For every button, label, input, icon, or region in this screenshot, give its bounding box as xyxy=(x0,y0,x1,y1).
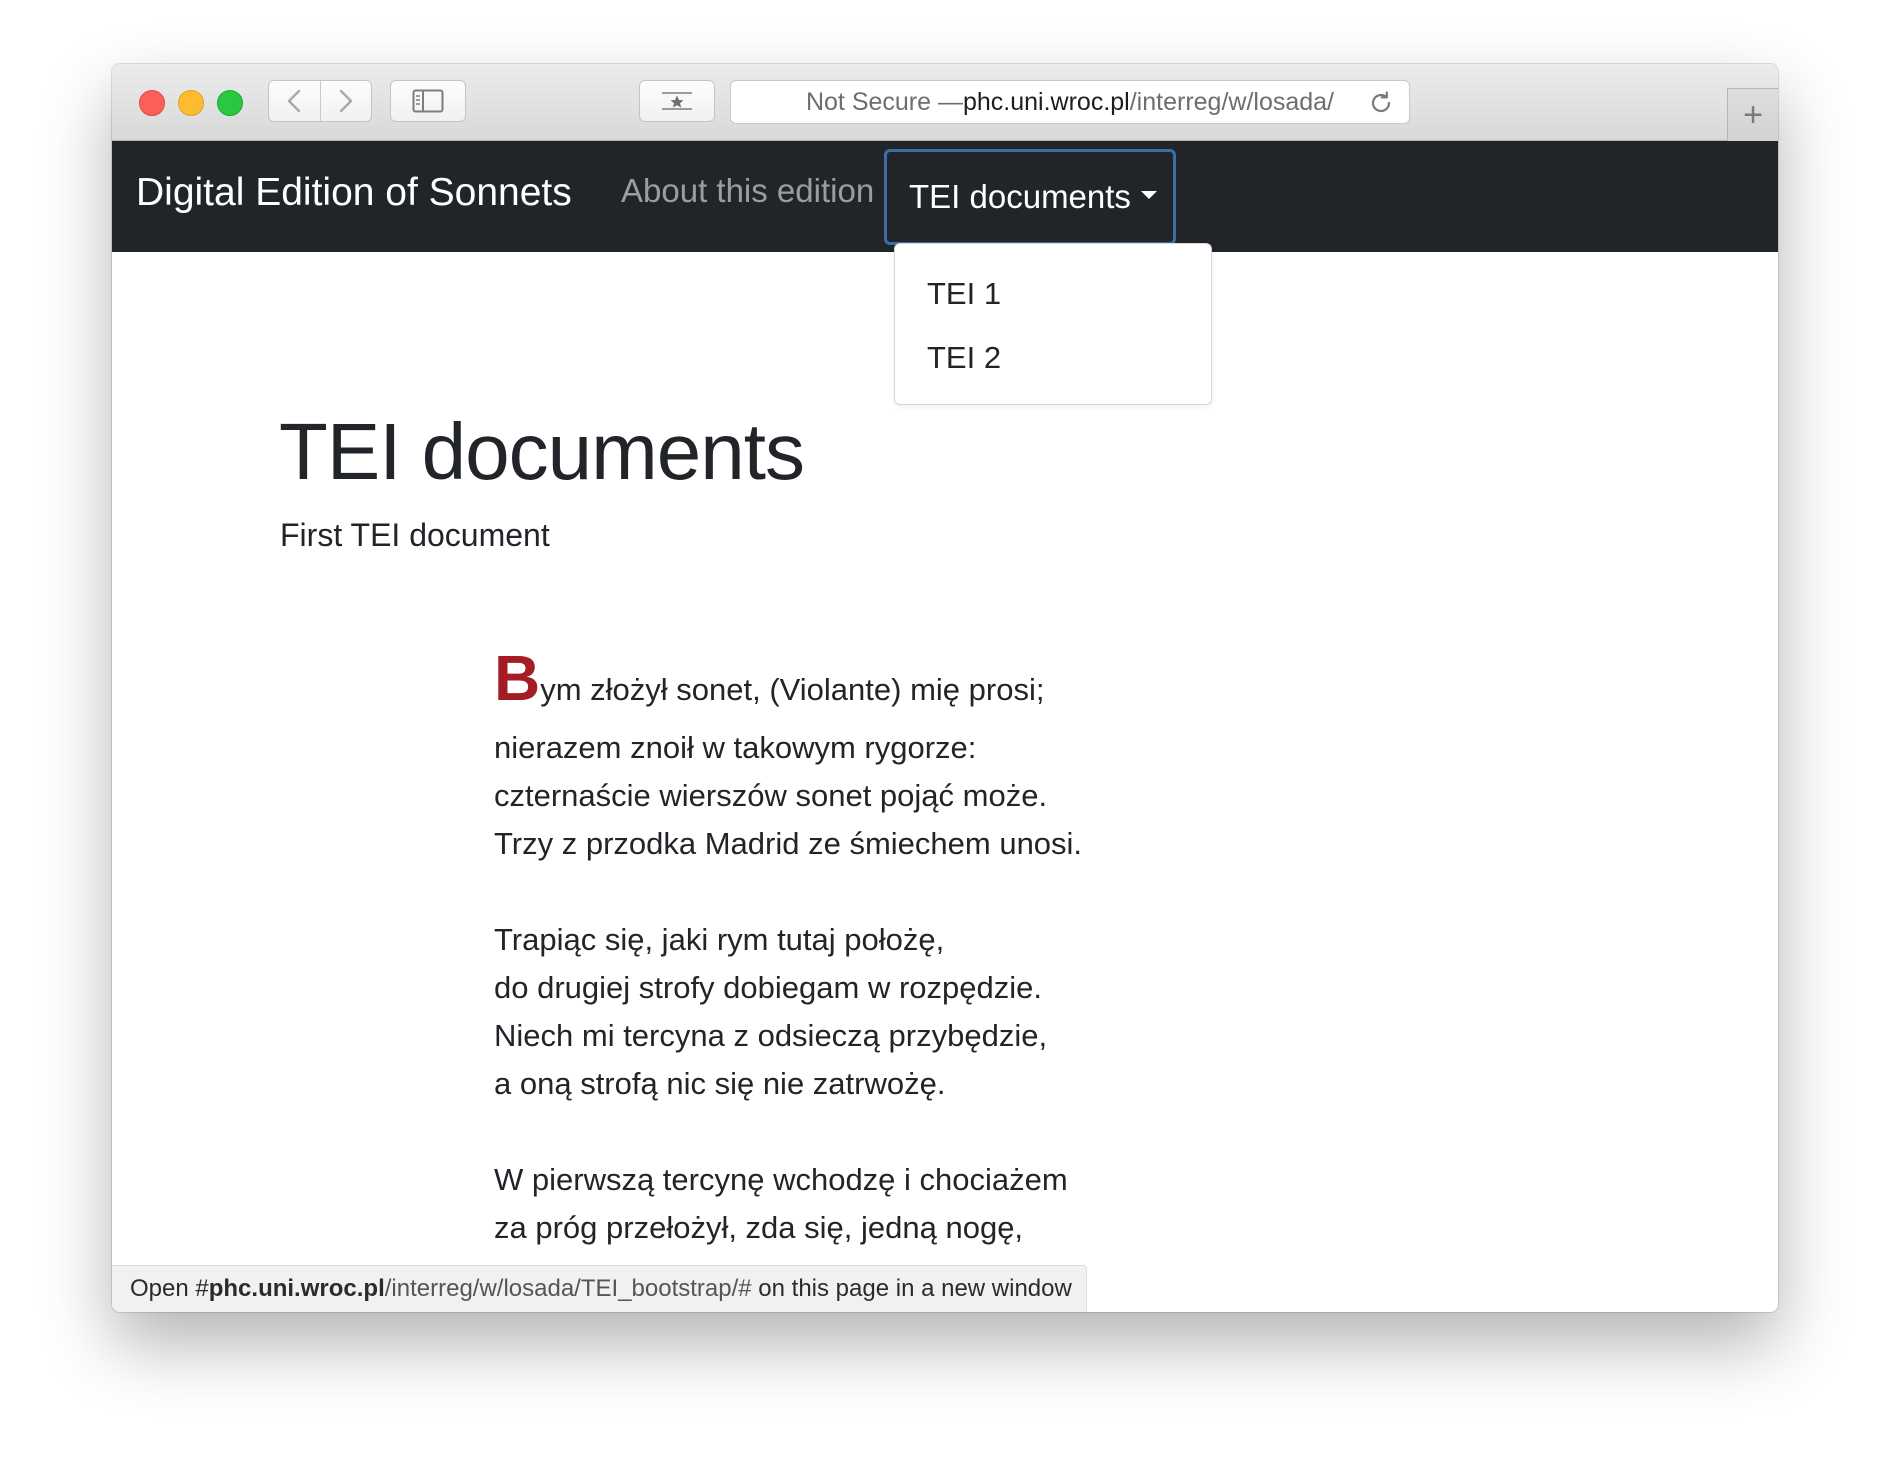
poem-line: Trapiąc się, jaki rym tutaj położę, xyxy=(494,922,945,957)
sonnet-text: Bym złożył sonet, (Violante) mię prosi; … xyxy=(494,646,1082,1252)
address-host: phc.uni.wroc.pl xyxy=(962,87,1130,116)
address-path: /interreg/w/losada/ xyxy=(1129,87,1335,116)
favorites-button[interactable] xyxy=(639,80,715,122)
star-icon xyxy=(662,92,692,110)
close-window-button[interactable] xyxy=(139,90,165,116)
nav-dropdown-label: TEI documents xyxy=(909,178,1131,215)
status-suffix: on this page in a new window xyxy=(751,1275,1072,1302)
stage: Not Secure — phc.uni.wroc.pl /interreg/w… xyxy=(0,0,1884,1468)
address-security-label: Not Secure — xyxy=(805,87,963,116)
poem-line: a oną strofą nic się nie zatrwożę. xyxy=(494,1066,946,1101)
forward-button[interactable] xyxy=(319,81,372,121)
chevron-right-icon xyxy=(339,89,352,113)
nav-dropdown-tei-documents[interactable]: TEI documents xyxy=(884,149,1176,245)
page-subtitle: First TEI document xyxy=(280,517,550,553)
dropdown-item-tei-1[interactable]: TEI 1 xyxy=(895,268,1211,332)
sidebar-icon xyxy=(412,89,444,113)
dropdown-item-tei-2[interactable]: TEI 2 xyxy=(895,332,1211,396)
stanza-gap xyxy=(494,868,1082,916)
status-path: /interreg/w/losada/TEI_bootstrap/# xyxy=(384,1275,752,1302)
sidebar-toggle-button[interactable] xyxy=(390,80,466,122)
navbar-brand[interactable]: Digital Edition of Sonnets xyxy=(136,171,572,215)
poem-line: W pierwszą tercynę wchodzę i chociażem xyxy=(494,1162,1068,1197)
poem-line: Niech mi tercyna z odsieczą przybędzie, xyxy=(494,1018,1048,1053)
nav-link-about[interactable]: About this edition xyxy=(621,172,874,210)
page-viewport: Digital Edition of Sonnets About this ed… xyxy=(112,141,1778,1312)
tei-dropdown-menu: TEI 1 TEI 2 xyxy=(894,243,1212,405)
site-navbar: Digital Edition of Sonnets About this ed… xyxy=(112,141,1778,252)
reload-button[interactable] xyxy=(1367,89,1395,117)
poem-line: za próg przełożył, zda się, jedną nogę, xyxy=(494,1210,1024,1245)
address-bar[interactable]: Not Secure — phc.uni.wroc.pl /interreg/w… xyxy=(730,80,1410,124)
new-tab-button[interactable]: + xyxy=(1727,88,1778,141)
browser-toolbar: Not Secure — phc.uni.wroc.pl /interreg/w… xyxy=(112,64,1778,141)
poem-line: do drugiej strofy dobiegam w rozpędzie. xyxy=(494,970,1042,1005)
drop-cap: B xyxy=(494,642,541,714)
poem-first-line-text: ym złożył sonet, (Violante) mię prosi; xyxy=(540,672,1045,707)
poem-line: nierazem znoił w takowym rygorze: xyxy=(494,730,977,765)
page-title: TEI documents xyxy=(279,407,805,496)
back-button[interactable] xyxy=(269,81,320,121)
caret-down-icon xyxy=(1140,191,1157,199)
link-status-bar: Open #phc.uni.wroc.pl/interreg/w/losada/… xyxy=(112,1265,1087,1312)
minimize-window-button[interactable] xyxy=(178,90,204,116)
reload-icon xyxy=(1371,91,1391,113)
poem-line: Bym złożył sonet, (Violante) mię prosi; xyxy=(494,646,1082,724)
browser-window: Not Secure — phc.uni.wroc.pl /interreg/w… xyxy=(112,64,1778,1312)
stanza-gap xyxy=(494,1108,1082,1156)
status-prefix: Open # xyxy=(130,1275,209,1302)
zoom-window-button[interactable] xyxy=(217,90,243,116)
chevron-left-icon xyxy=(288,89,301,113)
history-nav-group xyxy=(268,80,372,122)
poem-line: Trzy z przodka Madrid ze śmiechem unosi. xyxy=(494,826,1083,861)
poem-line: czternaście wierszów sonet pojąć może. xyxy=(494,778,1048,813)
status-host: phc.uni.wroc.pl xyxy=(208,1275,385,1302)
